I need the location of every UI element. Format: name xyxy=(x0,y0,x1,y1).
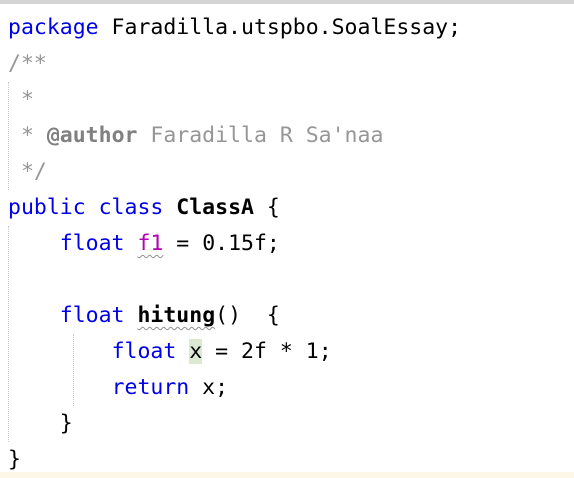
field-name: f1 xyxy=(137,231,164,256)
class-open-brace: { xyxy=(253,195,280,220)
local-variable-type: float xyxy=(111,339,177,364)
return-keyword: return xyxy=(111,375,190,400)
return-statement-line: return x; xyxy=(8,370,229,406)
method-signature-rest: () { xyxy=(215,303,280,328)
comment-indent-guide xyxy=(8,82,9,190)
method-indent-guide xyxy=(73,334,74,406)
field-declaration-line: float f1 = 0.15f; xyxy=(8,226,280,262)
method-declaration-line: float hitung() { xyxy=(8,298,280,334)
javadoc-blank-line: * xyxy=(8,87,34,112)
package-keyword: package xyxy=(8,15,99,40)
class-declaration-line: public class ClassA { xyxy=(8,190,280,226)
local-variable-name: x xyxy=(189,339,203,364)
author-tag: @author xyxy=(46,123,138,148)
class-modifiers: public class xyxy=(8,195,164,220)
javadoc-prefix: * xyxy=(8,123,47,148)
method-close-brace-line: } xyxy=(8,411,73,436)
local-variable-initializer: = 2f * 1; xyxy=(202,339,332,364)
author-name: Faradilla R Sa'naa xyxy=(137,123,384,148)
editor-bottom-strip xyxy=(0,472,574,478)
javadoc-author-line: * @author Faradilla R Sa'naa xyxy=(8,118,383,154)
field-type: float xyxy=(59,231,125,256)
return-expression: x; xyxy=(189,375,229,400)
local-variable-line: float x = 2f * 1; xyxy=(8,334,332,370)
javadoc-open-line: /** xyxy=(8,51,47,76)
field-initializer: = 0.15f; xyxy=(163,231,280,256)
code-editor[interactable]: package Faradilla.utspbo.SoalEssay; /** … xyxy=(0,4,574,472)
class-indent-guide xyxy=(8,226,9,442)
method-name: hitung xyxy=(137,303,216,328)
class-name: ClassA xyxy=(176,195,254,220)
package-name: Faradilla.utspbo.SoalEssay; xyxy=(98,15,462,40)
package-declaration-line: package Faradilla.utspbo.SoalEssay; xyxy=(8,10,461,46)
javadoc-close-line: */ xyxy=(8,159,47,184)
method-return-type: float xyxy=(59,303,125,328)
